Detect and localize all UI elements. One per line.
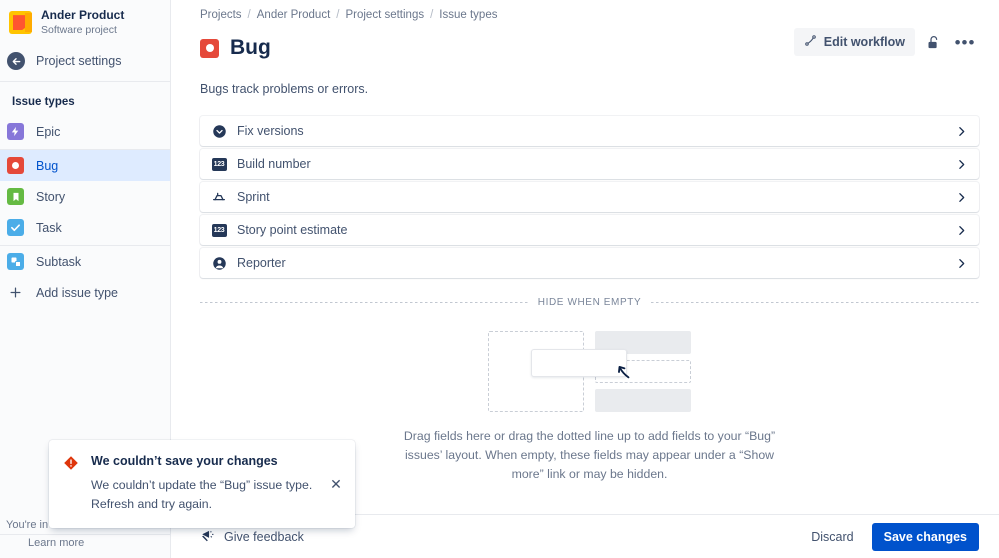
give-feedback-button[interactable]: Give feedback [200, 528, 304, 546]
plus-icon [7, 284, 24, 301]
chevron-right-icon [955, 158, 968, 171]
edit-workflow-label: Edit workflow [823, 35, 905, 49]
sprint-icon [211, 189, 227, 205]
workflow-icon [804, 34, 817, 50]
field-label: Fix versions [237, 124, 304, 138]
field-row-sprint[interactable]: Sprint [200, 182, 979, 212]
sidebar-item-label: Bug [36, 158, 59, 173]
sidebar-item-bug[interactable]: Bug [0, 150, 170, 182]
error-flag: We couldn’t save your changes We couldn’… [49, 440, 355, 528]
back-arrow-icon [7, 52, 25, 71]
breadcrumb: Projects / Ander Product / Project setti… [200, 0, 979, 24]
subtask-icon [7, 253, 24, 271]
close-icon[interactable]: ✕ [330, 455, 342, 513]
illustration-block-bottom [595, 389, 691, 412]
chevron-right-icon [955, 257, 968, 270]
project-header[interactable]: Ander Product Software project [0, 0, 170, 43]
chevron-down-circle-icon [211, 123, 227, 139]
sidebar-section-title: Issue types [12, 96, 75, 109]
drag-arrow-icon [612, 359, 634, 386]
back-label: Project settings [36, 54, 122, 69]
field-row-fix-versions[interactable]: Fix versions [200, 116, 979, 146]
discard-button[interactable]: Discard [802, 524, 862, 550]
drag-fields-illustration [488, 331, 691, 412]
sidebar-item-story[interactable]: Story [0, 181, 170, 212]
field-row-reporter[interactable]: Reporter [200, 248, 979, 278]
field-list: Fix versions 123 Build number Sprint 123… [200, 116, 979, 278]
header-actions: Edit workflow ••• [793, 28, 979, 56]
page-title: Bug [230, 36, 271, 59]
sidebar-item-task[interactable]: Task [0, 212, 170, 243]
bug-icon [7, 157, 24, 175]
breadcrumb-item-project-settings[interactable]: Project settings [345, 9, 424, 21]
error-flag-title: We couldn’t save your changes [91, 454, 278, 469]
project-avatar [9, 11, 32, 35]
divider-line-left [200, 302, 528, 303]
project-type: Software project [41, 24, 117, 36]
task-icon [7, 219, 24, 237]
number-field-icon: 123 [211, 222, 227, 238]
field-row-build-number[interactable]: 123 Build number [200, 149, 979, 179]
field-label: Reporter [237, 256, 286, 270]
save-changes-button[interactable]: Save changes [871, 522, 979, 551]
back-to-project-settings[interactable]: Project settings [0, 43, 170, 79]
add-issue-type-label: Add issue type [36, 285, 118, 300]
learn-more-link[interactable]: Learn more [0, 535, 171, 558]
sidebar-item-label: Task [36, 220, 62, 235]
edit-workflow-button[interactable]: Edit workflow [793, 28, 915, 56]
bug-icon [200, 38, 219, 58]
breadcrumb-separator: / [430, 8, 434, 21]
unlocked-padlock-icon[interactable] [919, 28, 947, 56]
breadcrumb-separator: / [247, 8, 251, 21]
sidebar-item-label: Subtask [36, 254, 82, 269]
project-name: Ander Product [41, 8, 125, 22]
number-badge-label: 123 [211, 223, 227, 237]
hide-when-empty-divider[interactable]: HIDE WHEN EMPTY [200, 297, 980, 308]
field-label: Build number [237, 157, 311, 171]
chevron-right-icon [955, 191, 968, 204]
give-feedback-label: Give feedback [224, 529, 304, 544]
breadcrumb-separator: / [336, 8, 340, 21]
sidebar-item-epic[interactable]: Epic [0, 116, 170, 147]
sidebar-item-label: Story [36, 189, 66, 204]
field-label: Story point estimate [237, 223, 348, 237]
sidebar-item-subtask[interactable]: Subtask [0, 246, 170, 277]
breadcrumb-item-projects[interactable]: Projects [200, 9, 242, 21]
error-flag-description: We couldn’t update the “Bug” issue type.… [91, 478, 313, 511]
jira-issue-type-settings-page: Ander Product Software project Project s… [0, 0, 999, 558]
add-issue-type-button[interactable]: Add issue type [0, 277, 170, 308]
field-row-story-point-estimate[interactable]: 123 Story point estimate [200, 215, 979, 245]
epic-icon [7, 123, 24, 141]
person-icon [211, 255, 227, 271]
sidebar-item-label: Epic [36, 124, 61, 139]
page-subtitle: Bugs track problems or errors. [200, 82, 369, 96]
field-label: Sprint [237, 190, 270, 204]
breadcrumb-item-issue-types[interactable]: Issue types [439, 9, 497, 21]
error-icon [63, 455, 79, 513]
breadcrumb-item-project[interactable]: Ander Product [257, 9, 331, 21]
hide-when-empty-label: HIDE WHEN EMPTY [537, 297, 642, 308]
chevron-right-icon [955, 224, 968, 237]
divider-line-right [651, 302, 980, 303]
number-badge-label: 123 [211, 157, 227, 171]
story-icon [7, 188, 24, 206]
more-actions-icon[interactable]: ••• [951, 28, 979, 56]
number-field-icon: 123 [211, 156, 227, 172]
empty-state-text: Drag fields here or drag the dotted line… [403, 429, 776, 482]
more-actions-label: ••• [954, 32, 976, 52]
chevron-right-icon [955, 125, 968, 138]
megaphone-icon [200, 528, 215, 546]
